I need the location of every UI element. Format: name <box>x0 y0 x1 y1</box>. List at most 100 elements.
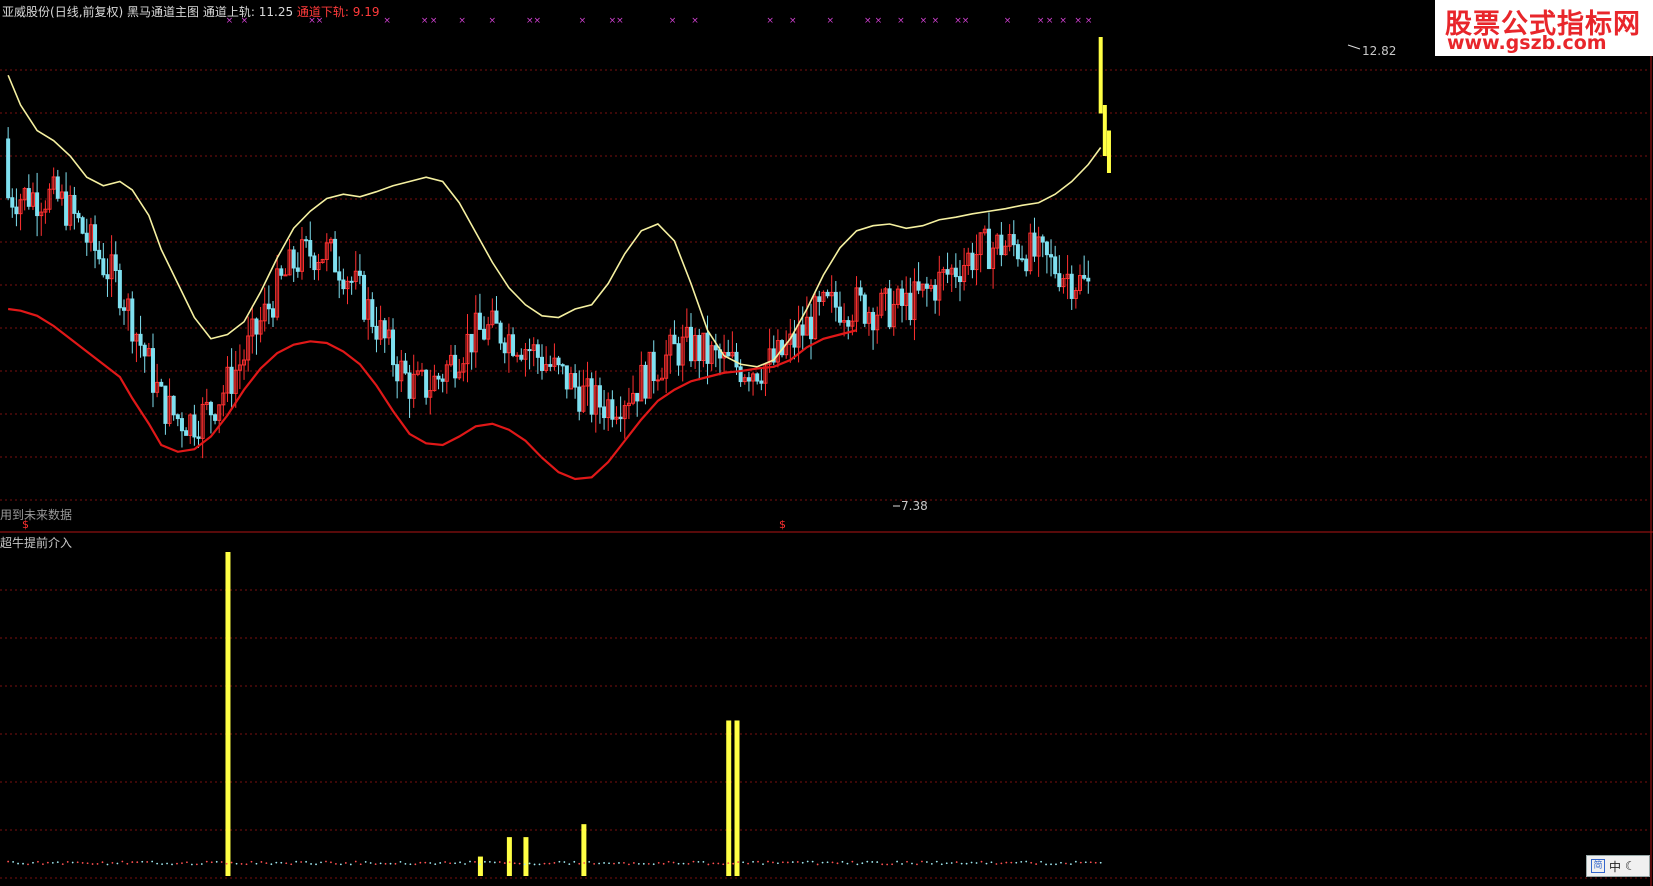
baseline-dot <box>141 860 144 863</box>
baseline-dot <box>538 863 541 866</box>
candle-body <box>1053 256 1058 275</box>
candle-body <box>308 240 313 257</box>
candle-body <box>341 279 346 290</box>
baseline-dot <box>414 863 417 866</box>
baseline-dot <box>593 862 596 865</box>
candle-body <box>14 206 19 215</box>
candle-body <box>349 280 354 283</box>
baseline-dot <box>861 862 864 865</box>
candle-body <box>676 343 681 366</box>
upper-band-label: 通道上轨: <box>202 5 259 19</box>
x-marker: × <box>579 16 587 26</box>
baseline-dot <box>315 863 317 866</box>
baseline-dot <box>498 861 501 863</box>
candle-body <box>55 176 60 199</box>
baseline-dot <box>225 862 228 865</box>
candle-body <box>419 369 424 372</box>
baseline-dot <box>86 862 89 865</box>
baseline-dot <box>742 861 745 864</box>
candle-body <box>1044 241 1049 256</box>
ime-toolbar[interactable]: 简 中 ☾ <box>1586 855 1650 877</box>
dollar-marker-mid: $ <box>779 518 786 531</box>
candle-body <box>279 268 284 276</box>
baseline-dot <box>637 862 640 865</box>
baseline-dot <box>831 861 834 864</box>
baseline-dot <box>91 863 94 865</box>
x-marker: × <box>534 16 542 26</box>
candle-body <box>295 267 300 272</box>
x-marker: × <box>691 16 699 26</box>
baseline-dot <box>121 860 124 863</box>
baseline-dot <box>881 863 884 866</box>
ime-box-icon[interactable]: 简 <box>1591 859 1605 873</box>
moon-icon[interactable]: ☾ <box>1625 859 1636 873</box>
candle-body <box>713 345 718 351</box>
baseline-dot <box>672 861 675 864</box>
candle-body <box>1032 232 1037 257</box>
candle-body <box>333 238 338 273</box>
baseline-dot <box>940 863 943 866</box>
baseline-dot <box>245 863 248 866</box>
baseline-dot <box>171 863 173 866</box>
candle-body <box>312 255 317 271</box>
candle-body <box>374 325 379 340</box>
baseline-dot <box>339 863 342 866</box>
candle-body <box>76 212 81 219</box>
baseline-dot <box>1030 861 1033 864</box>
x-marker: × <box>458 16 466 26</box>
candle-body <box>101 258 106 276</box>
candle-body <box>179 418 184 432</box>
baseline-dot <box>975 862 978 864</box>
baseline-dot <box>176 862 178 865</box>
ime-mode[interactable]: 中 <box>1609 858 1621 875</box>
candle-body <box>688 326 693 362</box>
candle-body <box>6 138 11 199</box>
candle-body <box>697 334 702 362</box>
baseline-dot <box>821 861 824 864</box>
candle-body <box>184 430 189 436</box>
x-marker: × <box>669 16 677 26</box>
candle-body <box>705 332 710 364</box>
baseline-dot <box>111 861 114 864</box>
baseline-dot <box>563 861 566 863</box>
baseline-dot <box>389 862 392 865</box>
baseline-dot <box>161 863 163 866</box>
candle-body <box>84 232 89 243</box>
candle-body <box>953 267 958 278</box>
baseline-dot <box>394 862 397 865</box>
low-price-label: 7.38 <box>901 499 928 513</box>
candle-body <box>440 378 445 382</box>
baseline-dot <box>1015 861 1018 864</box>
baseline-dot <box>523 863 526 866</box>
baseline-dot <box>474 861 476 863</box>
baseline-dot <box>816 863 819 866</box>
lower-band-label: 通道下轨: <box>296 5 353 19</box>
watermark-logo: 股票公式指标网 www.gszb.com <box>1435 0 1653 56</box>
x-marker: × <box>1004 16 1012 26</box>
candle-body <box>564 365 569 390</box>
candle-body <box>150 348 155 393</box>
signal-bar <box>506 837 512 876</box>
candle-body <box>208 401 213 416</box>
candle-body <box>924 283 929 289</box>
candle-body <box>610 399 615 420</box>
baseline-dot <box>811 860 814 863</box>
baseline-dot <box>677 862 680 865</box>
signal-bars <box>225 552 740 876</box>
candle-body <box>871 311 876 331</box>
candle-body <box>672 334 677 345</box>
baseline-dot <box>786 861 789 864</box>
baseline-dot <box>1050 863 1052 866</box>
candle-body <box>175 414 180 420</box>
x-marker: × <box>1037 16 1045 26</box>
baseline-dot <box>1094 861 1097 864</box>
candle-body <box>527 349 532 352</box>
baseline-dot <box>757 860 759 863</box>
baseline-dot <box>652 863 655 866</box>
stock-chart[interactable]: × × × × × × × × × × × × × × × × × × × × × × × × × × × × × × × × <box>0 0 1653 886</box>
baseline-dot <box>434 863 437 866</box>
baseline-dot <box>146 861 149 863</box>
baseline-dot <box>1069 863 1072 866</box>
baseline-dot <box>46 861 49 864</box>
baseline-dot <box>722 863 725 866</box>
